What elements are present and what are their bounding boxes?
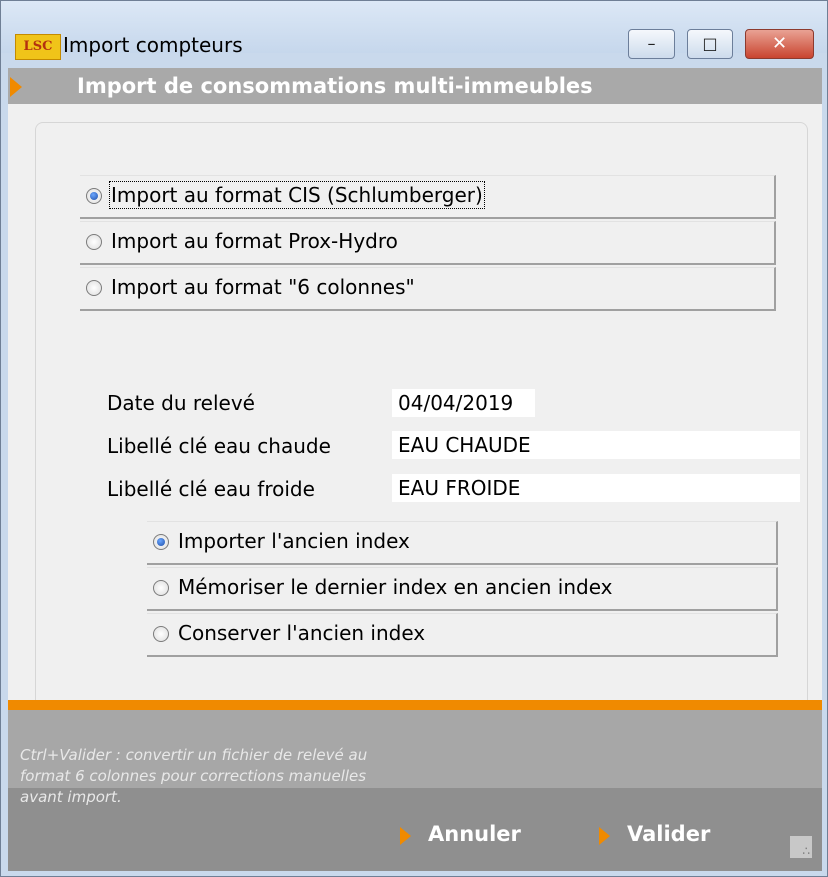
validate-button[interactable]: Valider bbox=[599, 820, 739, 852]
close-icon: ✕ bbox=[771, 33, 788, 54]
radio-format-cis[interactable]: Import au format CIS (Schlumberger) bbox=[80, 175, 776, 219]
section-header: Import de consommations multi-immeubles bbox=[8, 68, 822, 104]
cancel-button[interactable]: Annuler bbox=[400, 820, 540, 852]
orange-arrow-icon bbox=[400, 827, 411, 845]
date-field[interactable]: 04/04/2019 bbox=[392, 389, 535, 417]
orange-arrow-icon bbox=[599, 827, 610, 845]
radio-format-6-colonnes[interactable]: Import au format "6 colonnes" bbox=[80, 267, 776, 311]
maximize-icon: □ bbox=[702, 34, 718, 53]
import-compteurs-window: LSC Import compteurs – □ ✕ Import de con… bbox=[0, 0, 828, 877]
hot-water-field[interactable]: EAU CHAUDE bbox=[392, 431, 800, 459]
radio-memoriser-dernier-index[interactable]: Mémoriser le dernier index en ancien ind… bbox=[147, 567, 778, 611]
cancel-label: Annuler bbox=[428, 822, 521, 846]
title-bar[interactable]: LSC Import compteurs – □ ✕ bbox=[1, 1, 827, 60]
window-title: Import compteurs bbox=[63, 33, 243, 57]
minimize-button[interactable]: – bbox=[628, 29, 675, 59]
radio-label: Import au format Prox-Hydro bbox=[111, 229, 398, 253]
radio-label: Importer l'ancien index bbox=[178, 529, 410, 553]
section-title: Import de consommations multi-immeubles bbox=[77, 74, 593, 98]
radio-conserver-ancien-index[interactable]: Conserver l'ancien index bbox=[147, 613, 778, 657]
cold-water-field[interactable]: EAU FROIDE bbox=[392, 474, 800, 502]
cold-water-label: Libellé clé eau froide bbox=[107, 477, 315, 501]
radio-label: Import au format "6 colonnes" bbox=[111, 275, 415, 299]
radio-icon bbox=[153, 626, 169, 642]
radio-label: Mémoriser le dernier index en ancien ind… bbox=[178, 575, 613, 599]
radio-icon bbox=[86, 188, 102, 204]
radio-label: Conserver l'ancien index bbox=[178, 621, 426, 645]
radio-format-prox-hydro[interactable]: Import au format Prox-Hydro bbox=[80, 221, 776, 265]
date-label: Date du relevé bbox=[107, 391, 255, 415]
footer-accent-line bbox=[8, 700, 822, 710]
radio-icon bbox=[86, 280, 102, 296]
app-logo-icon: LSC bbox=[15, 34, 61, 60]
dialog-body: Import de consommations multi-immeubles … bbox=[8, 68, 822, 871]
close-button[interactable]: ✕ bbox=[745, 29, 814, 59]
footer-bar: Ctrl+Valider : convertir un fichier de r… bbox=[8, 700, 822, 871]
options-panel: Import au format CIS (Schlumberger) Impo… bbox=[35, 122, 808, 745]
resize-grip-icon[interactable] bbox=[790, 836, 812, 858]
radio-icon bbox=[86, 234, 102, 250]
radio-label: Import au format CIS (Schlumberger) bbox=[109, 181, 485, 209]
hot-water-label: Libellé clé eau chaude bbox=[107, 434, 331, 458]
validate-label: Valider bbox=[627, 822, 711, 846]
radio-importer-ancien-index[interactable]: Importer l'ancien index bbox=[147, 521, 778, 565]
maximize-button[interactable]: □ bbox=[687, 29, 733, 59]
radio-icon bbox=[153, 580, 169, 596]
radio-icon bbox=[153, 534, 169, 550]
footer-hint: Ctrl+Valider : convertir un fichier de r… bbox=[20, 746, 368, 806]
minimize-icon: – bbox=[647, 34, 656, 53]
orange-arrow-icon bbox=[10, 77, 22, 97]
